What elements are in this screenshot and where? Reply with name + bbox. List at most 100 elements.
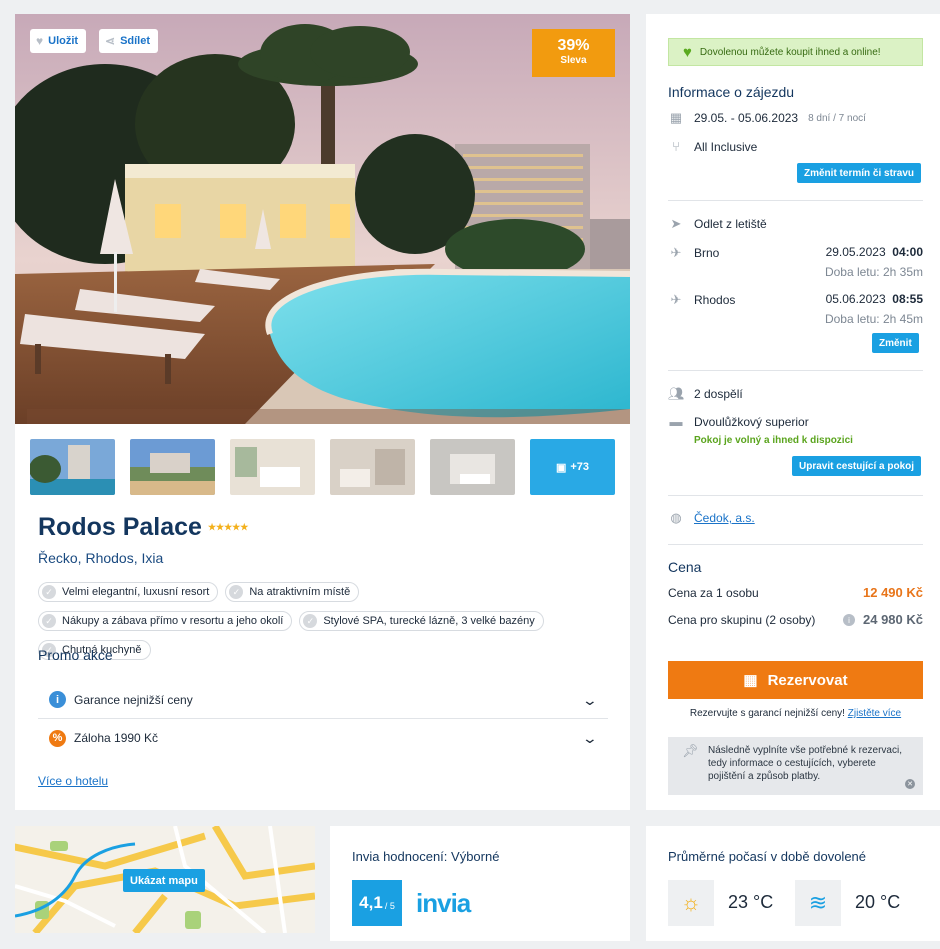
heart-icon: ♥ <box>36 34 44 48</box>
share-button[interactable]: ⋖ Sdílet <box>99 29 159 53</box>
outbound-duration: Doba letu: 2h 35m <box>824 265 923 279</box>
chevron-down-icon: ⌄ <box>581 730 599 746</box>
price-heading: Cena <box>668 559 702 575</box>
feature-tag: ✓ Stylové SPA, turecké lázně, 3 velké baz… <box>299 611 544 631</box>
save-label: Uložit <box>48 35 79 47</box>
gallery-icon: ▣ <box>555 461 567 474</box>
board-type: ⑂ All Inclusive <box>668 139 923 154</box>
check-icon: ✓ <box>42 585 56 599</box>
calendar-icon: ▦ <box>743 672 758 689</box>
feature-tag: ✓ Velmi elegantní, luxusní resort <box>38 582 219 602</box>
reserve-label: Rezervovat <box>767 671 848 689</box>
tour-operator: ◍ Čedok, a.s. <box>668 510 923 526</box>
outbound-datetime: 29.05.2023 04:00 <box>826 245 923 259</box>
percent-icon: % <box>49 729 66 747</box>
flight-time: 08:55 <box>892 292 923 306</box>
flight-date: 29.05.2023 <box>825 245 886 259</box>
calendar-icon: ▦ <box>669 110 683 125</box>
info-icon[interactable]: i <box>843 614 855 626</box>
departure-airport-label: ➤ Odlet z letiště <box>668 216 923 232</box>
plane-icon: ➤ <box>670 216 682 231</box>
sun-icon: ☼ <box>668 880 714 926</box>
air-temperature: 23 °C <box>728 892 774 912</box>
share-icon: ⋖ <box>105 34 116 48</box>
divider <box>668 495 923 496</box>
travelers-value: 2 dospělí <box>694 387 743 401</box>
board-value: All Inclusive <box>694 139 758 154</box>
change-flight-button[interactable]: Změnit <box>872 333 919 353</box>
travelers: 👥︎ 2 dospělí <box>668 386 923 402</box>
save-button[interactable]: ♥ Uložit <box>30 29 87 53</box>
room-availability: Pokoj je volný a ihned k dispozici <box>694 435 853 446</box>
feature-tag: ✓ Na atraktivním místě <box>225 582 360 602</box>
thumbnail-2[interactable] <box>130 439 215 495</box>
water-temperature: 20 °C <box>855 892 901 912</box>
hotel-name: Rodos Palace <box>38 513 202 541</box>
discount-badge: 39% Sleva <box>532 29 615 77</box>
people-icon: 👥︎ <box>668 386 685 401</box>
next-steps-note: 📌︎ Následně vyplníte vše potřebné k reze… <box>668 737 923 795</box>
price-group: 24 980 Kč <box>863 612 923 627</box>
pin-icon: 📌︎ <box>682 743 699 758</box>
hero-photo[interactable]: ♥ Uložit ⋖ Sdílet 39% Sleva <box>15 14 630 424</box>
thumbnail-1[interactable] <box>30 439 115 495</box>
tag-label: Na atraktivním místě <box>249 586 351 598</box>
map-card[interactable]: Ukázat mapu <box>15 826 315 933</box>
trip-dates: ▦ 29.05. - 05.06.2023 8 dní / 7 nocí <box>668 110 923 126</box>
cutlery-icon: ⑂ <box>672 139 680 154</box>
flight-from: Rhodos <box>694 293 736 307</box>
learn-more-link[interactable]: Zjistěte více <box>848 708 901 719</box>
bed-icon: ▬ <box>669 414 683 429</box>
rating-score-badge: 4,1 / 5 <box>352 880 402 926</box>
operator-link[interactable]: Čedok, a.s. <box>694 511 755 525</box>
flight-date: 05.06.2023 <box>825 292 886 306</box>
thumbnail-5[interactable] <box>430 439 515 495</box>
rating-score: 4,1 <box>359 893 383 912</box>
reserve-button[interactable]: ▦ Rezervovat <box>668 661 923 699</box>
divider <box>668 200 923 201</box>
room-type: ▬ Dvoulůžkový superior <box>668 414 923 429</box>
more-photos-button[interactable]: ▣ +73 <box>530 439 615 495</box>
close-icon[interactable]: ✕ <box>905 779 915 789</box>
return-datetime: 05.06.2023 08:55 <box>826 292 923 306</box>
room-value: Dvoulůžkový superior <box>694 414 809 429</box>
weather-heading: Průměrné počasí v době dovolené <box>668 849 867 864</box>
return-duration: Doba letu: 2h 45m <box>824 312 923 326</box>
discount-label: Sleva <box>560 55 587 66</box>
dates-value: 29.05. - 05.06.2023 <box>694 111 799 125</box>
thumbnail-4[interactable] <box>330 439 415 495</box>
departure-label: Odlet z letiště <box>694 217 767 231</box>
promo-heading: Promo akce <box>38 647 113 663</box>
more-about-hotel-link[interactable]: Více o hotelu <box>38 774 108 788</box>
promo-item-deposit[interactable]: % Záloha 1990 Kč ⌄ <box>38 719 608 757</box>
share-label: Sdílet <box>120 35 151 47</box>
check-icon: ✓ <box>42 614 56 628</box>
heart-icon: ♥ <box>683 43 692 61</box>
chevron-down-icon: ⌄ <box>581 692 599 708</box>
buy-online-banner: ♥ Dovolenou můžete koupit ihned a online… <box>668 38 923 66</box>
thumbnail-strip: ▣ +73 <box>30 439 615 495</box>
banner-text: Dovolenou můžete koupit ihned a online! <box>699 46 881 58</box>
check-icon: ✓ <box>229 585 244 599</box>
change-term-button[interactable]: Změnit termín či stravu <box>797 163 922 183</box>
trip-info-heading: Informace o zájezdu <box>668 84 795 100</box>
thumbnail-3[interactable] <box>230 439 315 495</box>
note-text: Následně vyplníte vše potřebné k rezerva… <box>708 745 902 782</box>
weather-card: Průměrné počasí v době dovolené ☼ 23 °C … <box>646 826 940 941</box>
tag-label: Stylové SPA, turecké lázně, 3 velké bazé… <box>323 615 535 627</box>
tag-label: Nákupy a zábava přímo v resortu a jeho o… <box>62 615 284 627</box>
rating-card: Invia hodnocení: Výborné 4,1 / 5 invia <box>330 826 630 941</box>
hotel-location: Řecko, Rhodos, Ixia <box>38 550 164 566</box>
rating-scale: / 5 <box>384 901 395 911</box>
hotel-title: Rodos Palace ★★★★★ <box>38 513 248 542</box>
divider <box>668 370 923 371</box>
discount-percent: 39% <box>557 37 590 54</box>
show-map-button[interactable]: Ukázat mapu <box>123 869 205 892</box>
guarantee-line: Rezervujte s garancí nejnižší ceny! Zjis… <box>668 708 923 719</box>
edit-travelers-button[interactable]: Upravit cestující a pokoj <box>792 456 922 476</box>
flight-time: 04:00 <box>892 245 923 259</box>
divider <box>668 544 923 545</box>
promo-item-lowest-price[interactable]: i Garance nejnižší ceny ⌄ <box>38 681 608 719</box>
duration-value: 8 dní / 7 nocí <box>808 112 866 124</box>
star-rating: ★★★★★ <box>207 522 249 532</box>
